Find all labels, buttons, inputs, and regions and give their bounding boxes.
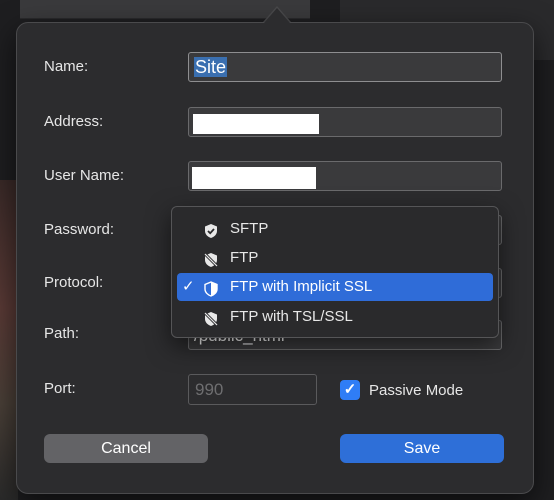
shield-slash-icon — [203, 250, 219, 268]
address-field[interactable] — [188, 107, 502, 137]
menu-item-sftp[interactable]: SFTP — [177, 215, 493, 243]
shield-slash-icon — [203, 309, 219, 327]
menu-item-ftp[interactable]: FTP — [177, 244, 493, 272]
address-label: Address: — [44, 113, 104, 130]
protocol-label: Protocol: — [44, 274, 104, 291]
port-label: Port: — [44, 380, 76, 397]
name-field-value: Site — [194, 57, 228, 77]
username-redacted-value — [192, 167, 316, 189]
password-label: Password: — [44, 221, 115, 238]
username-field[interactable] — [188, 161, 502, 191]
name-label: Name: — [44, 58, 89, 75]
shield-half-icon — [203, 279, 219, 297]
menu-item-label: FTP with TSL/SSL — [230, 308, 353, 325]
name-field[interactable]: Site — [188, 52, 502, 82]
popover-arrow-fill — [264, 8, 290, 23]
address-redacted-value — [193, 114, 319, 134]
menu-item-label: FTP — [230, 249, 259, 266]
save-button[interactable]: Save — [340, 434, 504, 463]
port-field-placeholder: 990 — [195, 380, 224, 399]
shield-check-icon — [203, 221, 219, 238]
passive-mode-label[interactable]: Passive Mode — [369, 382, 463, 399]
passive-mode-checkbox[interactable]: ✓ — [340, 380, 360, 400]
cancel-button[interactable]: Cancel — [44, 434, 208, 463]
menu-item-label: FTP with Implicit SSL — [230, 278, 373, 295]
menu-item-ftp-tls-ssl[interactable]: FTP with TSL/SSL — [177, 303, 493, 331]
protocol-menu: SFTP FTP ✓ FTP with Implicit SSL FTP wit… — [171, 206, 499, 338]
path-label: Path: — [44, 325, 80, 342]
menu-item-ftp-implicit-ssl[interactable]: ✓ FTP with Implicit SSL — [177, 273, 493, 301]
checkmark-icon: ✓ — [182, 278, 195, 295]
port-field[interactable]: 990 — [188, 374, 317, 405]
menu-item-label: SFTP — [230, 220, 269, 237]
username-label: User Name: — [44, 167, 125, 184]
